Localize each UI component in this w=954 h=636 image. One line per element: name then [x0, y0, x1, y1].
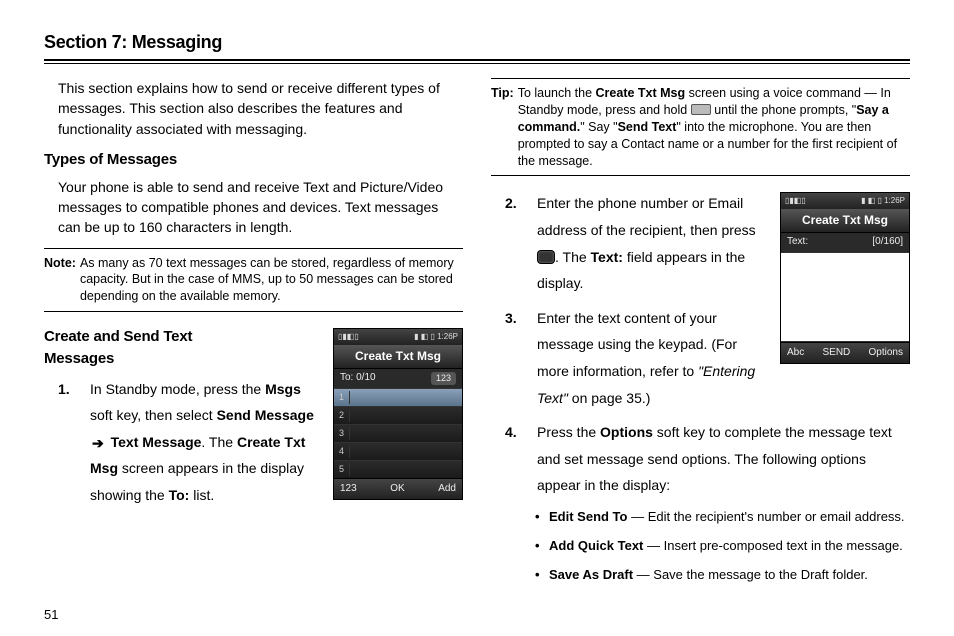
phone1-title: Create Txt Msg	[334, 345, 462, 369]
types-heading: Types of Messages	[44, 149, 463, 171]
t: Press the	[537, 424, 600, 440]
t: — Insert pre-composed text in the messag…	[643, 538, 902, 553]
options-bullets: Edit Send To — Edit the recipient's numb…	[491, 507, 910, 585]
note-label: Note:	[44, 255, 76, 306]
step-2-text: Enter the phone number or Email address …	[537, 195, 756, 291]
phone1-status-left: ▯▮◧▯	[338, 331, 359, 343]
create-heading: Create and Send Text Messages	[44, 326, 264, 370]
step-list-left: 1. In Standby mode, press the Msgs soft …	[44, 376, 463, 509]
t: Save As Draft	[549, 567, 633, 582]
step-3: 3. Enter the text content of your messag…	[531, 305, 910, 411]
t: Text:	[591, 249, 623, 265]
step-1: 1. In Standby mode, press the Msgs soft …	[84, 376, 463, 509]
step-list-right: 2. Enter the phone number or Email addre…	[491, 190, 910, 499]
step-1-text: In Standby mode, press the Msgs soft key…	[90, 381, 314, 503]
t: until the phone prompts, "	[711, 103, 857, 117]
bullet-add-quick-text: Add Quick Text — Insert pre-composed tex…	[549, 536, 910, 557]
types-paragraph: Your phone is able to send and receive T…	[58, 177, 463, 238]
ok-key-icon	[537, 250, 555, 264]
t: Add Quick Text	[549, 538, 643, 553]
t: Edit Send To	[549, 509, 627, 524]
t: — Edit the recipient's number or email a…	[627, 509, 904, 524]
section-title: Section 7: Messaging	[44, 32, 910, 53]
bullet-edit-send-to: Edit Send To — Edit the recipient's numb…	[549, 507, 910, 528]
tip-label: Tip:	[491, 85, 514, 169]
tip-text: To launch the Create Txt Msg screen usin…	[518, 85, 910, 169]
step-3-number: 3.	[505, 305, 517, 332]
step-2: 2. Enter the phone number or Email addre…	[531, 190, 910, 296]
t: Options	[600, 424, 653, 440]
t: soft key, then select	[90, 407, 217, 423]
bullet-save-as-draft: Save As Draft — Save the message to the …	[549, 565, 910, 586]
t: . The	[201, 434, 237, 450]
t: on page 35.)	[568, 390, 651, 406]
t: — Save the message to the Draft folder.	[633, 567, 868, 582]
t: Send Message	[217, 407, 314, 423]
two-column-layout: This section explains how to send or rec…	[44, 78, 910, 593]
t: In Standby mode, press the	[90, 381, 265, 397]
step-3-text: Enter the text content of your message u…	[537, 310, 755, 406]
t: list.	[189, 487, 214, 503]
step-4: 4. Press the Options soft key to complet…	[531, 419, 910, 499]
step-4-number: 4.	[505, 419, 517, 446]
phone1-status-right: ▮ ◧ ▯ 1:26P	[414, 331, 458, 343]
arrow-icon: ➔	[92, 430, 104, 457]
page-number: 51	[44, 607, 58, 622]
intro-paragraph: This section explains how to send or rec…	[58, 78, 463, 139]
note-text: As many as 70 text messages can be store…	[80, 255, 463, 306]
t: To:	[169, 487, 190, 503]
right-column: Tip: To launch the Create Txt Msg screen…	[491, 78, 910, 593]
rule-light	[44, 63, 910, 64]
t: Enter the phone number or Email address …	[537, 195, 756, 238]
t: To launch the	[518, 86, 596, 100]
tip-box: Tip: To launch the Create Txt Msg screen…	[491, 78, 910, 176]
voice-key-icon	[691, 104, 711, 115]
t: Text Message	[111, 434, 202, 450]
step-4-text: Press the Options soft key to complete t…	[537, 424, 892, 493]
left-column: This section explains how to send or rec…	[44, 78, 463, 593]
t: Create Txt Msg	[596, 86, 686, 100]
note-box: Note: As many as 70 text messages can be…	[44, 248, 463, 313]
t: Msgs	[265, 381, 301, 397]
t: Send Text	[618, 120, 677, 134]
step-1-number: 1.	[58, 376, 70, 403]
t: " Say "	[580, 120, 617, 134]
t: . The	[555, 249, 591, 265]
rule-heavy	[44, 59, 910, 61]
step-2-number: 2.	[505, 190, 517, 217]
